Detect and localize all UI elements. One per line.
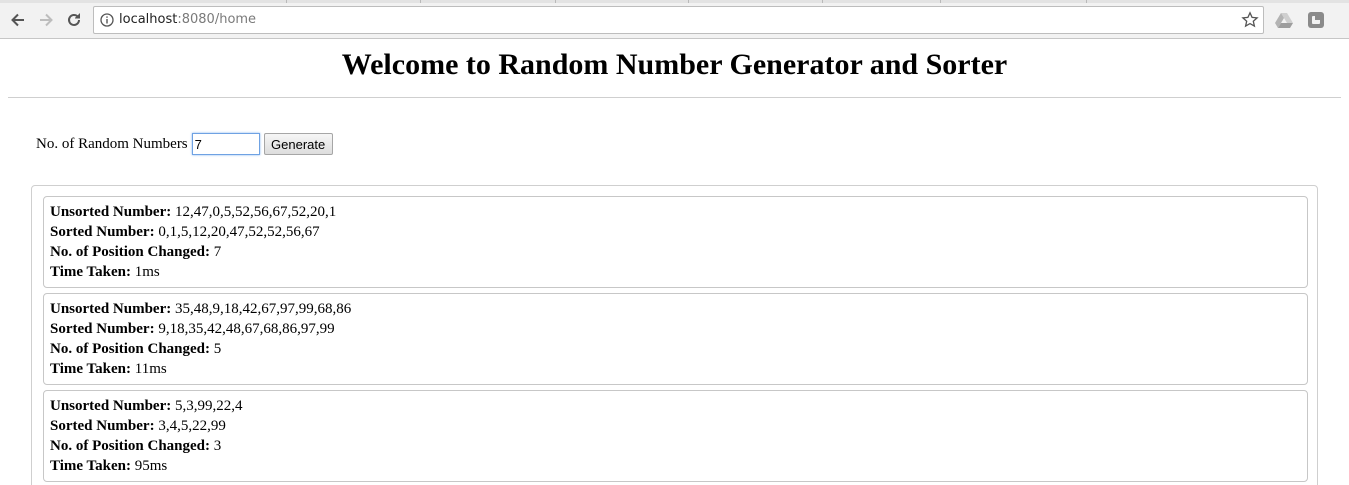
- unsorted-row: Unsorted Number: 12,47,0,5,52,56,67,52,2…: [50, 202, 1301, 222]
- info-icon[interactable]: [100, 13, 114, 27]
- extension-icon[interactable]: [1307, 11, 1325, 29]
- unsorted-value: 5,3,99,22,4: [175, 398, 243, 414]
- time-taken-label: Time Taken:: [50, 361, 131, 377]
- result-card: Unsorted Number: 35,48,9,18,42,67,97,99,…: [43, 293, 1308, 385]
- time-taken-value: 95ms: [134, 458, 168, 474]
- sorted-row: Sorted Number: 9,18,35,42,48,67,68,86,97…: [50, 319, 1301, 339]
- generate-form: No. of Random Numbers Generate: [36, 133, 333, 155]
- back-button[interactable]: [5, 7, 31, 33]
- url-path: :8080/home: [177, 12, 257, 27]
- page-title: Welcome to Random Number Generator and S…: [341, 48, 1008, 81]
- time-taken-row: Time Taken: 1ms: [50, 262, 1301, 282]
- time-taken-value: 1ms: [134, 264, 160, 280]
- count-label: No. of Random Numbers: [36, 135, 188, 152]
- time-taken-row: Time Taken: 11ms: [50, 359, 1301, 379]
- url-host: localhost: [119, 12, 178, 27]
- position-changed-row: No. of Position Changed: 7: [50, 242, 1301, 262]
- time-taken-row: Time Taken: 95ms: [50, 456, 1301, 476]
- reload-icon: [68, 13, 80, 26]
- position-changed-label: No. of Position Changed:: [50, 244, 211, 260]
- unsorted-label: Unsorted Number:: [50, 398, 172, 414]
- time-taken-value: 11ms: [134, 361, 167, 377]
- back-arrow-icon: [11, 13, 24, 27]
- position-changed-row: No. of Position Changed: 5: [50, 339, 1301, 359]
- unsorted-row: Unsorted Number: 35,48,9,18,42,67,97,99,…: [50, 299, 1301, 319]
- position-changed-value: 5: [213, 341, 222, 357]
- sorted-label: Sorted Number:: [50, 418, 155, 434]
- count-input[interactable]: [191, 133, 260, 155]
- sorted-value: 9,18,35,42,48,67,68,86,97,99: [158, 321, 335, 337]
- unsorted-row: Unsorted Number: 5,3,99,22,4: [50, 396, 1301, 416]
- result-card: Unsorted Number: 5,3,99,22,4 Sorted Numb…: [43, 390, 1308, 482]
- unsorted-label: Unsorted Number:: [50, 204, 172, 220]
- position-changed-row: No. of Position Changed: 3: [50, 436, 1301, 456]
- drive-extension-icon[interactable]: [1275, 12, 1293, 28]
- result-card: Unsorted Number: 12,47,0,5,52,56,67,52,2…: [43, 196, 1308, 288]
- title-divider: [8, 97, 1341, 98]
- address-bar[interactable]: localhost:8080/home: [93, 6, 1264, 34]
- time-taken-label: Time Taken:: [50, 458, 131, 474]
- generate-button[interactable]: Generate: [263, 133, 333, 155]
- forward-button[interactable]: [33, 7, 59, 33]
- sorted-value: 0,1,5,12,20,47,52,52,56,67: [158, 224, 320, 240]
- url-text[interactable]: localhost:8080/home: [119, 12, 256, 27]
- browser-toolbar: localhost:8080/home: [0, 3, 1349, 39]
- unsorted-value: 12,47,0,5,52,56,67,52,20,1: [175, 204, 337, 220]
- unsorted-label: Unsorted Number:: [50, 301, 172, 317]
- position-changed-label: No. of Position Changed:: [50, 341, 211, 357]
- results-panel: Unsorted Number: 12,47,0,5,52,56,67,52,2…: [31, 185, 1318, 485]
- position-changed-value: 3: [213, 438, 222, 454]
- time-taken-label: Time Taken:: [50, 264, 131, 280]
- position-changed-label: No. of Position Changed:: [50, 438, 211, 454]
- reload-button[interactable]: [61, 7, 87, 33]
- forward-arrow-icon: [40, 13, 53, 27]
- sorted-value: 3,4,5,22,99: [158, 418, 226, 434]
- sorted-row: Sorted Number: 0,1,5,12,20,47,52,52,56,6…: [50, 222, 1301, 242]
- sorted-row: Sorted Number: 3,4,5,22,99: [50, 416, 1301, 436]
- position-changed-value: 7: [213, 244, 222, 260]
- sorted-label: Sorted Number:: [50, 321, 155, 337]
- sorted-label: Sorted Number:: [50, 224, 155, 240]
- bookmark-star-icon[interactable]: [1241, 11, 1259, 29]
- unsorted-value: 35,48,9,18,42,67,97,99,68,86: [175, 301, 352, 317]
